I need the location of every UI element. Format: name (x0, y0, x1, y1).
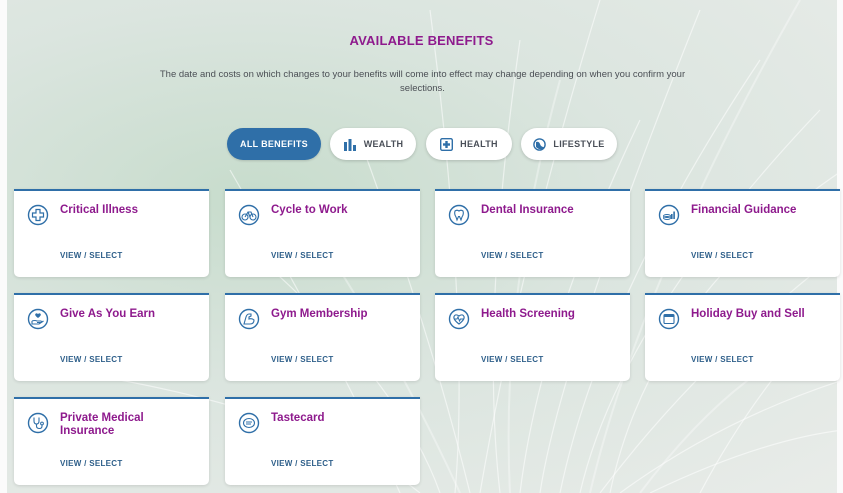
benefit-name: Dental Insurance (481, 204, 574, 216)
filter-lifestyle[interactable]: LIFESTYLE (521, 128, 617, 160)
view-select-link[interactable]: VIEW / SELECT (60, 355, 123, 364)
coins-chart-icon (658, 204, 680, 226)
filter-wealth[interactable]: WEALTH (330, 128, 416, 160)
benefit-card-dental-insurance[interactable]: Dental Insurance VIEW / SELECT (435, 189, 630, 277)
benefit-name: Financial Guidance (691, 204, 797, 216)
filter-label: HEALTH (460, 139, 498, 149)
benefit-card-health-screening[interactable]: Health Screening VIEW / SELECT (435, 293, 630, 381)
benefit-card-private-medical-insurance[interactable]: Private Medical Insurance VIEW / SELECT (14, 397, 209, 485)
view-select-link[interactable]: VIEW / SELECT (691, 355, 754, 364)
page-title: AVAILABLE BENEFITS (349, 33, 494, 48)
benefit-card-holiday-buy-and-sell[interactable]: Holiday Buy and Sell VIEW / SELECT (645, 293, 840, 381)
filter-label: ALL BENEFITS (240, 139, 308, 149)
hand-heart-icon (27, 308, 49, 330)
stethoscope-icon (27, 412, 49, 434)
heartbeat-icon (448, 308, 470, 330)
medical-cross-icon (27, 204, 49, 226)
benefit-name: Critical Illness (60, 204, 138, 216)
benefit-name: Give As You Earn (60, 308, 156, 320)
benefit-card-give-as-you-earn[interactable]: Give As You Earn VIEW / SELECT (14, 293, 209, 381)
view-select-link[interactable]: VIEW / SELECT (691, 251, 754, 260)
tooth-icon (448, 204, 470, 226)
bicycle-icon (238, 204, 260, 226)
view-select-link[interactable]: VIEW / SELECT (271, 355, 334, 364)
benefit-name: Tastecard (271, 412, 325, 424)
filter-label: WEALTH (363, 139, 404, 149)
calendar-icon (658, 308, 680, 330)
benefit-card-cycle-to-work[interactable]: Cycle to Work VIEW / SELECT (225, 189, 420, 277)
view-select-link[interactable]: VIEW / SELECT (481, 355, 544, 364)
filter-label: LIFESTYLE (553, 139, 605, 149)
benefit-name: Health Screening (481, 308, 575, 320)
filter-health[interactable]: HEALTH (426, 128, 512, 160)
benefit-name: Private Medical Insurance (60, 412, 144, 437)
globe-icon (533, 137, 547, 151)
view-select-link[interactable]: VIEW / SELECT (60, 251, 123, 260)
filter-all-benefits[interactable]: ALL BENEFITS (227, 128, 321, 160)
flexed-arm-icon (238, 308, 260, 330)
benefit-name: Holiday Buy and Sell (691, 308, 805, 320)
benefit-name: Cycle to Work (271, 204, 348, 216)
bar-chart-icon (343, 138, 357, 151)
medical-cross-icon (440, 137, 454, 151)
benefit-card-critical-illness[interactable]: Critical Illness VIEW / SELECT (14, 189, 209, 277)
view-select-link[interactable]: VIEW / SELECT (60, 459, 123, 468)
view-select-link[interactable]: VIEW / SELECT (481, 251, 544, 260)
benefit-card-gym-membership[interactable]: Gym Membership VIEW / SELECT (225, 293, 420, 381)
benefit-name: Gym Membership (271, 308, 368, 320)
benefit-card-tastecard[interactable]: Tastecard VIEW / SELECT (225, 397, 420, 485)
benefits-page: AVAILABLE BENEFITS The date and costs on… (0, 0, 843, 493)
card-icon (238, 412, 260, 434)
view-select-link[interactable]: VIEW / SELECT (271, 251, 334, 260)
view-select-link[interactable]: VIEW / SELECT (271, 459, 334, 468)
benefit-card-financial-guidance[interactable]: Financial Guidance VIEW / SELECT (645, 189, 840, 277)
page-subtitle: The date and costs on which changes to y… (159, 69, 686, 94)
